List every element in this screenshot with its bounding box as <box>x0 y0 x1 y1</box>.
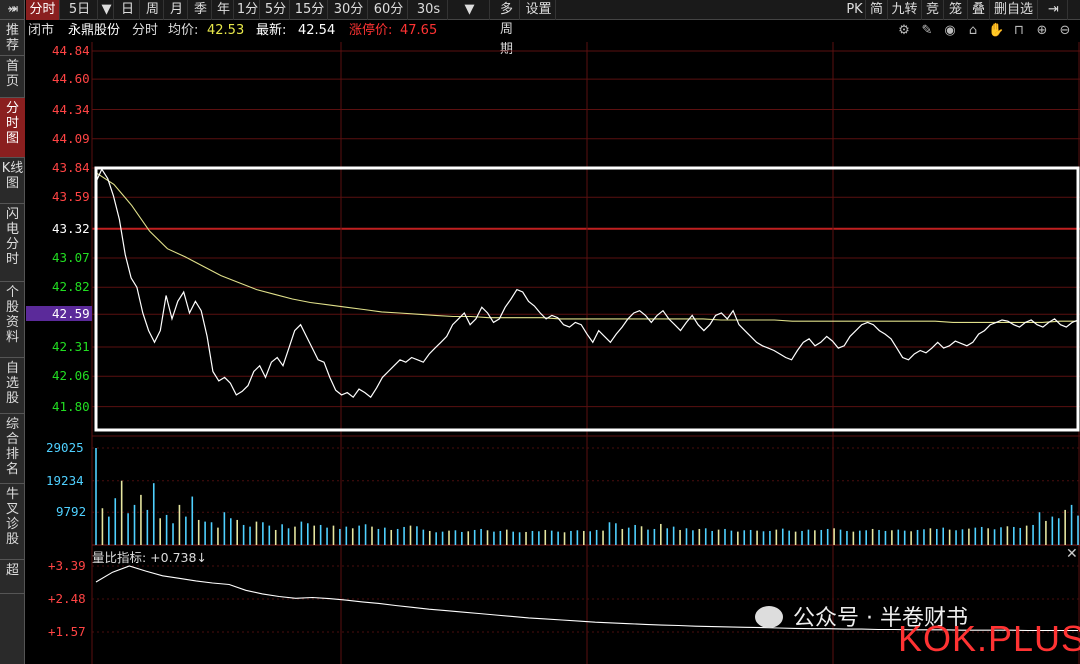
price-tick: 42.06 <box>52 368 90 384</box>
volume-tick: 19234 <box>46 472 84 488</box>
ratio-tick: +2.48 <box>48 591 86 606</box>
price-tick: 43.59 <box>52 189 90 205</box>
price-tick: 42.59 <box>26 306 92 322</box>
watermark-site: KOK.PLUS <box>898 618 1080 659</box>
volume-tick: 29025 <box>46 440 84 455</box>
price-tick: 44.60 <box>52 71 90 87</box>
price-tick: 44.34 <box>52 101 90 117</box>
chart-grid <box>91 42 1080 664</box>
wechat-icon <box>755 606 783 628</box>
price-tick: 41.80 <box>52 398 90 414</box>
price-tick: 44.84 <box>52 43 90 59</box>
ratio-tick: +1.57 <box>48 624 86 639</box>
price-tick: 42.31 <box>52 338 90 354</box>
price-tick: 43.07 <box>52 250 90 266</box>
price-tick: 42.82 <box>52 279 90 295</box>
volume-ratio-label: 量比指标: +0.738↓ <box>92 550 207 565</box>
price-tick: 43.84 <box>52 159 90 175</box>
price-tick: 43.32 <box>52 220 90 236</box>
close-icon[interactable]: ✕ <box>1066 546 1078 562</box>
price-tick: 44.09 <box>52 130 90 146</box>
volume-tick: 9792 <box>56 504 87 520</box>
